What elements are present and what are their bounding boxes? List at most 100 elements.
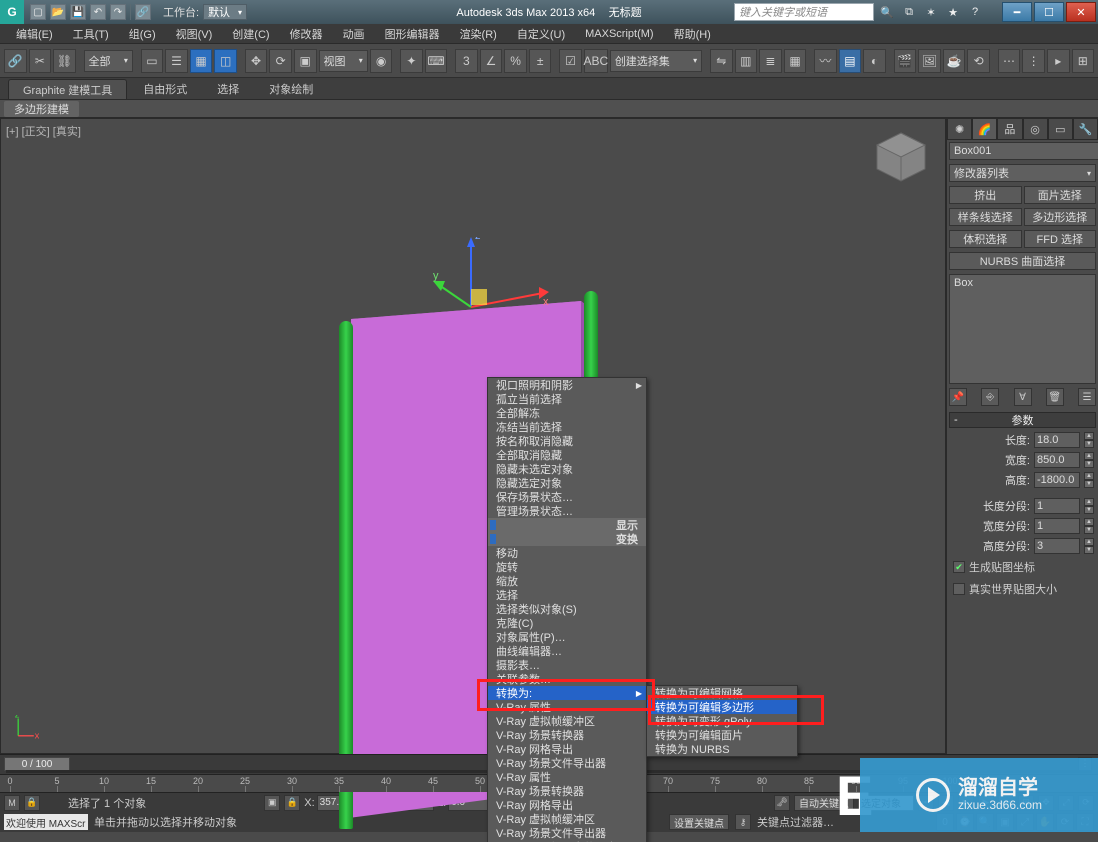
btn-vol-select[interactable]: 体积选择 (949, 230, 1022, 248)
tab-hierarchy-icon[interactable]: 品 (997, 118, 1022, 140)
stack-unique-icon[interactable]: ∀ (1014, 388, 1032, 406)
qat-link-icon[interactable]: 🔗 (135, 4, 151, 20)
keyfilter-link[interactable]: 关键点过滤器… (757, 814, 834, 830)
bind-icon[interactable]: ⛓ (53, 49, 76, 73)
keymode-icon[interactable]: ⚷ (735, 814, 751, 830)
ctx-dopesheet[interactable]: 摄影表… (488, 658, 646, 672)
btn-extrude[interactable]: 挤出 (949, 186, 1022, 204)
qat-open-icon[interactable]: 📂 (50, 4, 66, 20)
chk-genmap[interactable]: ✔ (953, 561, 965, 573)
link-icon[interactable]: 🔗 (4, 49, 27, 73)
spinner-snap-icon[interactable]: ± (529, 49, 552, 73)
keyboard-shortcut-icon[interactable]: ⌨ (425, 49, 448, 73)
width-down[interactable]: ▼ (1084, 460, 1094, 468)
render-production-icon[interactable]: ☕ (943, 49, 966, 73)
menu-group[interactable]: 组(G) (119, 24, 166, 43)
lsegs-down[interactable]: ▼ (1084, 506, 1094, 514)
tab-utilities-icon[interactable]: 🔧 (1073, 118, 1098, 140)
ctx-unhide-all[interactable]: 全部取消隐藏 (488, 448, 646, 462)
select-name-icon[interactable]: ☰ (165, 49, 188, 73)
key-icon[interactable]: 🗝 (774, 795, 790, 811)
ctx-convert-to[interactable]: 转换为: (488, 686, 646, 700)
ctx-freeze-selection[interactable]: 冻结当前选择 (488, 420, 646, 434)
render-setup-icon[interactable]: 🎬 (894, 49, 917, 73)
ctx-isolate-selection[interactable]: 孤立当前选择 (488, 392, 646, 406)
btn-nurbs-select[interactable]: NURBS 曲面选择 (949, 252, 1096, 270)
selection-lock-icon[interactable]: 🔒 (284, 795, 300, 811)
material-editor-icon[interactable]: ◐ (863, 49, 886, 73)
select-object-icon[interactable]: ▭ (141, 49, 164, 73)
schematic-view-icon[interactable]: ▤ (839, 49, 862, 73)
menu-rendering[interactable]: 渲染(R) (450, 24, 507, 43)
refcoord-dropdown[interactable]: 视图▾ (319, 50, 368, 72)
lsegs-up[interactable]: ▲ (1084, 498, 1094, 506)
menu-views[interactable]: 视图(V) (166, 24, 223, 43)
subscription-icon[interactable]: ⧉ (900, 3, 918, 21)
scale-icon[interactable]: ▣ (294, 49, 317, 73)
pivot-icon[interactable]: ◉ (370, 49, 393, 73)
height-up[interactable]: ▲ (1084, 472, 1094, 480)
close-button[interactable]: ✕ (1066, 2, 1096, 22)
toolbar-more-b-icon[interactable]: ⋮ (1022, 49, 1045, 73)
qat-save-icon[interactable]: 💾 (70, 4, 86, 20)
btn-spline-select[interactable]: 样条线选择 (949, 208, 1022, 226)
length-down[interactable]: ▼ (1084, 440, 1094, 448)
ribbon-tab-objectpaint[interactable]: 对象绘制 (255, 79, 327, 99)
filter-dropdown[interactable]: 全部▾ (84, 50, 133, 72)
input-lsegs[interactable]: 1 (1034, 498, 1080, 514)
ctx-vray-sceneexp-1[interactable]: V-Ray 场景文件导出器 (488, 756, 646, 770)
input-length[interactable]: 18.0 (1034, 432, 1080, 448)
ctx-hide-selection[interactable]: 隐藏选定对象 (488, 476, 646, 490)
tab-motion-icon[interactable]: ◎ (1023, 118, 1048, 140)
menu-help[interactable]: 帮助(H) (664, 24, 721, 43)
wsegs-up[interactable]: ▲ (1084, 518, 1094, 526)
percent-snap-icon[interactable]: % (504, 49, 527, 73)
modifier-stack[interactable]: Box (949, 274, 1096, 384)
curve-editor-icon[interactable]: 〰 (814, 49, 837, 73)
width-up[interactable]: ▲ (1084, 452, 1094, 460)
window-crossing-icon[interactable]: ◫ (214, 49, 237, 73)
sub-convert-nurbs[interactable]: 转换为 NURBS (647, 742, 797, 756)
ribbon-chip-polymodeling[interactable]: 多边形建模 (4, 101, 79, 117)
wsegs-down[interactable]: ▼ (1084, 526, 1094, 534)
ctx-clone[interactable]: 克隆(C) (488, 616, 646, 630)
menu-customize[interactable]: 自定义(U) (507, 24, 575, 43)
height-down[interactable]: ▼ (1084, 480, 1094, 488)
sub-convert-editmesh[interactable]: 转换为可编辑网格 (647, 686, 797, 700)
ctx-save-scenestate[interactable]: 保存场景状态… (488, 490, 646, 504)
sub-convert-editpatch[interactable]: 转换为可编辑面片 (647, 728, 797, 742)
ctx-vray-sceneexp-2[interactable]: V-Ray 场景文件导出器 (488, 826, 646, 840)
ctx-object-props[interactable]: 对象属性(P)… (488, 630, 646, 644)
input-hsegs[interactable]: 3 (1034, 538, 1080, 554)
tab-display-icon[interactable]: ▭ (1048, 118, 1073, 140)
object-name-input[interactable] (949, 142, 1098, 160)
welcome-field[interactable]: 欢迎使用 MAXScr (4, 814, 88, 830)
ctx-vray-sceneconv-1[interactable]: V-Ray 场景转换器 (488, 728, 646, 742)
ctx-scale[interactable]: 缩放 (488, 574, 646, 588)
ctx-select[interactable]: 选择 (488, 588, 646, 602)
length-up[interactable]: ▲ (1084, 432, 1094, 440)
named-selset-dropdown[interactable]: 创建选择集▾ (610, 50, 702, 72)
ctx-vray-vfb-2[interactable]: V-Ray 虚拟帧缓冲区 (488, 812, 646, 826)
stack-remove-icon[interactable]: 🗑 (1046, 388, 1064, 406)
ctx-vray-props-2[interactable]: V-Ray 属性 (488, 770, 646, 784)
hsegs-up[interactable]: ▲ (1084, 538, 1094, 546)
unlink-icon[interactable]: ✂ (29, 49, 52, 73)
lock-selection-icon[interactable]: 🔒 (24, 795, 40, 811)
input-wsegs[interactable]: 1 (1034, 518, 1080, 534)
named-selection-icon[interactable]: ☑ (559, 49, 582, 73)
toolbar-more-a-icon[interactable]: ⋯ (998, 49, 1021, 73)
layer-icon[interactable]: ≣ (759, 49, 782, 73)
menu-modifiers[interactable]: 修改器 (280, 24, 333, 43)
qat-new-icon[interactable]: ▢ (30, 4, 46, 20)
view-cube[interactable] (871, 129, 931, 185)
qat-undo-icon[interactable]: ↶ (90, 4, 106, 20)
manipulate-icon[interactable]: ✦ (400, 49, 423, 73)
ribbon-tab-selection[interactable]: 选择 (203, 79, 253, 99)
menu-grapheditors[interactable]: 图形编辑器 (375, 24, 450, 43)
rect-select-icon[interactable]: ▦ (190, 49, 213, 73)
ctx-vray-vfb-1[interactable]: V-Ray 虚拟帧缓冲区 (488, 714, 646, 728)
input-height[interactable]: -1800.0 (1034, 472, 1080, 488)
search-input[interactable]: 键入关键字或短语 (734, 3, 874, 21)
ctx-curve-editor[interactable]: 曲线编辑器… (488, 644, 646, 658)
